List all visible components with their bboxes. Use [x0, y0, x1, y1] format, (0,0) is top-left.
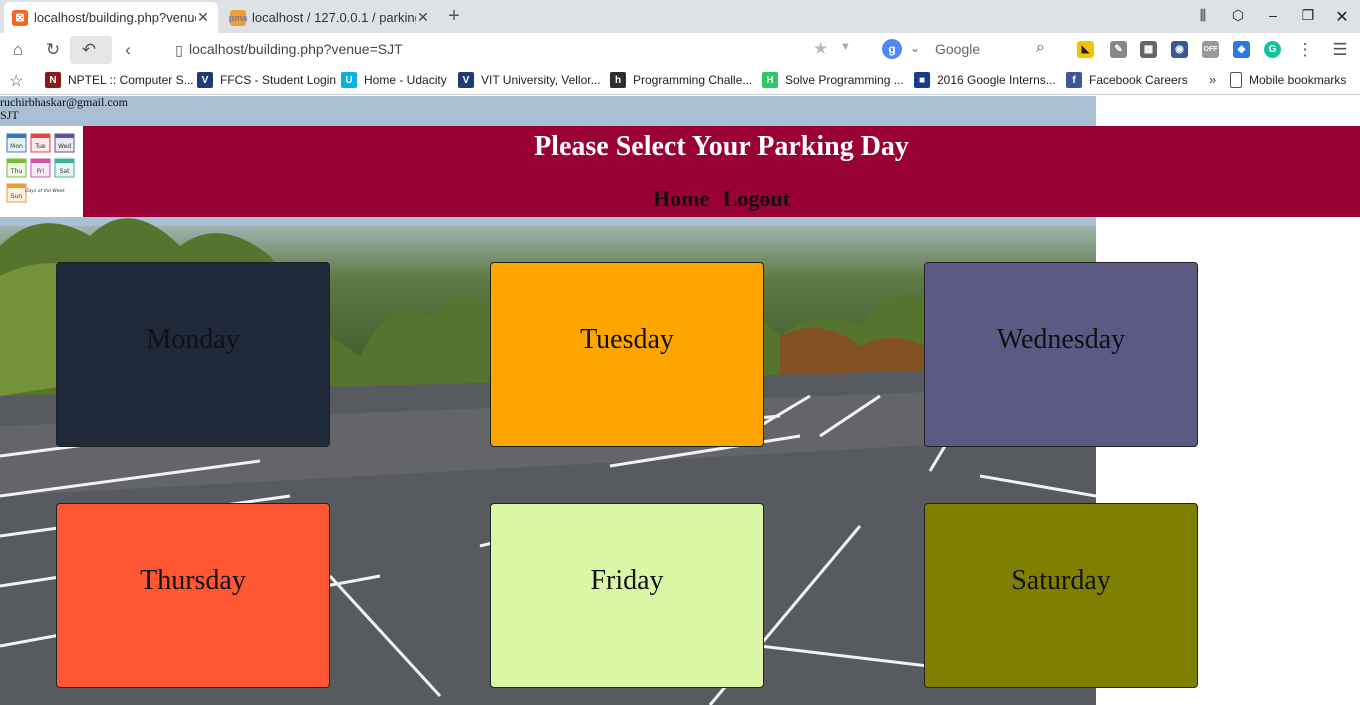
nav-home-link[interactable]: Home [653, 186, 709, 211]
close-icon[interactable]: ✕ [416, 9, 430, 26]
nptel-icon: N [45, 72, 61, 88]
back-icon[interactable]: ‹ [117, 39, 139, 61]
logo-day: Sat [60, 168, 70, 175]
day-tuesday-button[interactable]: Tuesday [490, 262, 764, 447]
phpmyadmin-icon: pma [229, 9, 247, 26]
vit-icon: V [458, 72, 474, 88]
tab-tiling-icon[interactable]: ⫼ [1193, 7, 1213, 24]
udacity-icon: U [341, 72, 357, 88]
page-icon: ▯ [175, 42, 183, 58]
bookmark-label: Facebook Careers [1089, 73, 1188, 87]
hackerearth-icon: H [762, 72, 778, 88]
maximize-icon[interactable]: ❐ [1298, 7, 1318, 24]
reload-icon[interactable]: ↻ [42, 39, 64, 61]
hackerrank-icon: h [610, 72, 626, 88]
tab-phpmyadmin[interactable]: pma localhost / 127.0.0.1 / parking ✕ [222, 2, 438, 33]
rewind-icon: ↶ [81, 40, 97, 59]
logo-day: Tue [34, 143, 46, 150]
google-icon[interactable]: g [882, 39, 902, 59]
close-icon[interactable]: ✕ [196, 9, 210, 26]
day-thursday-button[interactable]: Thursday [56, 503, 330, 688]
star-icon[interactable]: ★ [813, 39, 828, 59]
address-toolbar: ⌂ ↻ ↶ ‹ ▯ localhost/building.php?venue=S… [0, 33, 1360, 66]
extension-icon[interactable]: ◆ [1233, 41, 1250, 58]
more-vert-icon[interactable]: ⋮ [1294, 39, 1316, 61]
page-viewport: ruchirbhaskar@gmail.com SJT Mon Tue Wed … [0, 96, 1360, 705]
bookmark-item[interactable]: V VIT University, Vellor... [458, 72, 601, 88]
more-bookmarks-button[interactable]: » [1209, 72, 1216, 87]
user-email: ruchirbhaskar@gmail.com [0, 96, 129, 109]
bookmark-label: FFCS - Student Login [220, 73, 337, 87]
tab-title: localhost/building.php?venue [34, 10, 196, 25]
search-input[interactable]: Google [935, 41, 980, 57]
close-window-icon[interactable]: ✕ [1332, 7, 1352, 27]
minimize-icon[interactable]: – [1263, 7, 1283, 23]
snapshot-icon[interactable]: ⬡ [1228, 7, 1248, 24]
bookmark-label: NPTEL :: Computer S... [68, 73, 194, 87]
xampp-icon: ⊠ [12, 9, 28, 26]
bookmark-item[interactable]: h Programming Challe... [610, 72, 752, 88]
day-monday-button[interactable]: Monday [56, 262, 330, 447]
bookmark-label: VIT University, Vellor... [481, 73, 601, 87]
page-title: Please Select Your Parking Day [534, 131, 909, 162]
vit-icon: V [197, 72, 213, 88]
days-of-week-logo: Mon Tue Wed Thu Fri Sat Sun Days of the … [0, 126, 83, 217]
extension-icon[interactable]: OFF [1202, 41, 1219, 58]
logo-day: Thu [10, 168, 22, 175]
tab-building[interactable]: ⊠ localhost/building.php?venue ✕ [4, 2, 218, 33]
mobile-bookmarks[interactable]: Mobile bookmarks [1230, 72, 1346, 88]
logo-caption: Days of the Week [25, 188, 65, 194]
bookmark-item[interactable]: U Home - Udacity [341, 72, 447, 88]
logo-day: Mon [10, 143, 23, 150]
bookmark-label: 2016 Google Interns... [937, 73, 1056, 87]
tab-title: localhost / 127.0.0.1 / parking [252, 10, 416, 25]
bookmark-item[interactable]: ■ 2016 Google Interns... [914, 72, 1056, 88]
venue-code: SJT [0, 108, 19, 122]
bookmark-label: Home - Udacity [364, 73, 447, 87]
chevron-down-icon[interactable]: ⌄ [910, 41, 920, 55]
extension-icon[interactable]: ▦ [1140, 41, 1157, 58]
day-wednesday-button[interactable]: Wednesday [924, 262, 1198, 447]
page-header: Mon Tue Wed Thu Fri Sat Sun Days of the … [0, 126, 1360, 217]
tab-bar: ⊠ localhost/building.php?venue ✕ pma loc… [0, 0, 1360, 33]
bookmark-label: Solve Programming ... [785, 73, 904, 87]
bookmark-item[interactable]: f Facebook Careers [1066, 72, 1188, 88]
google-icon: ■ [914, 72, 930, 88]
logo-day: Fri [37, 168, 44, 175]
bookmark-label: Mobile bookmarks [1249, 73, 1347, 87]
day-friday-button[interactable]: Friday [490, 503, 764, 688]
user-info: ruchirbhaskar@gmail.com SJT [0, 96, 128, 122]
new-tab-icon[interactable]: + [444, 5, 464, 28]
facebook-icon: f [1066, 72, 1082, 88]
menu-icon[interactable]: ☰ [1329, 39, 1351, 61]
bookmark-item[interactable]: H Solve Programming ... [762, 72, 904, 88]
chevron-down-icon[interactable]: ▼ [840, 41, 851, 53]
extension-icon[interactable]: ✎ [1110, 41, 1127, 58]
home-icon[interactable]: ⌂ [7, 39, 29, 61]
bookmarks-bar: ☆ N NPTEL :: Computer S... V FFCS - Stud… [0, 66, 1360, 95]
grammarly-icon[interactable]: G [1264, 41, 1281, 58]
day-saturday-button[interactable]: Saturday [924, 503, 1198, 688]
nav-logout-link[interactable]: Logout [723, 186, 790, 211]
star-icon[interactable]: ☆ [9, 71, 23, 91]
extension-icon[interactable]: ◣ [1077, 41, 1094, 58]
mobile-icon [1230, 72, 1242, 88]
address-field[interactable]: localhost/building.php?venue=SJT [189, 41, 403, 57]
bookmark-label: Programming Challe... [633, 73, 753, 87]
bookmark-item[interactable]: V FFCS - Student Login [197, 72, 336, 88]
calendar-icons: Mon Tue Wed Thu Fri Sat Sun Days of the … [6, 133, 75, 203]
logo-day: Wed [58, 143, 71, 150]
extension-icon[interactable]: ◉ [1171, 41, 1188, 58]
nav-bar: Home Logout [83, 186, 1360, 212]
bookmark-item[interactable]: N NPTEL :: Computer S... [45, 72, 194, 88]
search-icon[interactable]: ⌕ [1036, 39, 1045, 57]
logo-day: Sun [11, 193, 23, 200]
